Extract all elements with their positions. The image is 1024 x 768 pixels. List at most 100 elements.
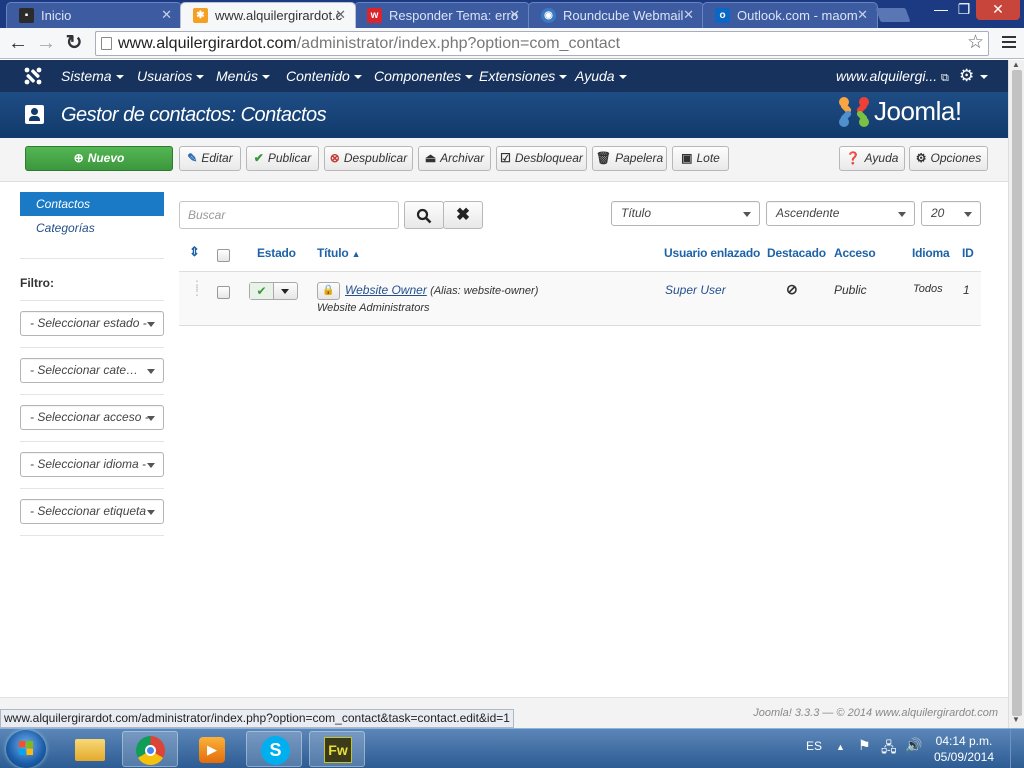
chevron-down-icon <box>743 212 751 217</box>
show-hidden-icons[interactable]: ▲ <box>836 742 845 752</box>
chevron-down-icon <box>147 322 155 327</box>
menu-extensiones[interactable]: Extensiones <box>479 60 568 92</box>
column-header-id[interactable]: ID <box>962 246 974 260</box>
browser-tab-roundcube[interactable]: ◉ Roundcube Webmail ✕ <box>528 2 704 28</box>
sort-direction-select[interactable]: Ascendente <box>766 201 915 226</box>
joomla-logo-text: Joomla! <box>874 96 962 126</box>
scrollbar-thumb[interactable] <box>1012 70 1022 716</box>
volume-icon[interactable]: 🔊 <box>905 737 922 754</box>
taskbar-explorer[interactable] <box>62 731 118 767</box>
bookmark-star-icon[interactable]: ☆ <box>967 32 984 54</box>
new-button[interactable]: ⊕ Nuevo <box>25 146 173 171</box>
menu-sistema[interactable]: Sistema <box>61 60 124 92</box>
forward-arrow-icon[interactable]: → <box>34 32 58 54</box>
network-icon[interactable]: 🖧 <box>881 737 897 761</box>
lock-icon[interactable]: 🔒 <box>317 282 340 300</box>
joomla-menu-icon[interactable] <box>24 67 42 85</box>
close-icon[interactable]: ✕ <box>335 7 346 23</box>
minimize-icon[interactable]: — <box>930 0 952 20</box>
list-limit-select[interactable]: 20 <box>921 201 981 226</box>
column-header-linked-user[interactable]: Usuario enlazado <box>664 246 760 260</box>
clear-search-button[interactable]: ✖ <box>443 201 483 229</box>
select-all-checkbox[interactable] <box>217 249 230 262</box>
options-button[interactable]: ⚙ Opciones <box>909 146 988 171</box>
menu-componentes[interactable]: Componentes <box>374 60 474 92</box>
back-arrow-icon[interactable]: ← <box>6 32 30 54</box>
scrollbar[interactable]: ▲ ▼ <box>1008 60 1024 728</box>
taskbar-media-player[interactable]: ▶ <box>184 731 240 767</box>
browser-tab-alquilergirardot[interactable]: ✱ www.alquilergirardot.c ✕ <box>180 2 356 28</box>
edit-icon: ✎ <box>187 151 198 165</box>
status-toggle[interactable]: ✔ <box>249 282 298 300</box>
close-icon[interactable]: ✕ <box>857 7 868 23</box>
filter-tag-select[interactable]: - Seleccionar etiqueta - <box>20 499 164 524</box>
browser-tab-responder-tema[interactable]: w Responder Tema: erro ✕ <box>354 2 530 28</box>
new-tab-button[interactable] <box>875 8 911 22</box>
browser-menu-icon[interactable] <box>1002 36 1016 50</box>
row-checkbox[interactable] <box>217 286 230 299</box>
address-bar[interactable]: www.alquilergirardot.com/administrator/i… <box>95 31 989 56</box>
column-header-title[interactable]: Título ▲ <box>317 246 361 260</box>
language-value: Todos <box>913 283 943 295</box>
menu-menus[interactable]: Menús <box>216 60 271 92</box>
x-circle-icon: ⊗ <box>329 151 340 165</box>
taskbar-chrome[interactable] <box>122 731 178 767</box>
search-input[interactable]: Buscar <box>179 201 399 229</box>
skype-icon: S <box>261 736 290 765</box>
filter-language-select[interactable]: - Seleccionar idioma - <box>20 452 164 477</box>
column-header-status[interactable]: Estado <box>257 246 296 260</box>
search-button[interactable] <box>404 201 444 229</box>
browser-tab-outlook[interactable]: o Outlook.com - maom ✕ <box>702 2 878 28</box>
linked-user-link[interactable]: Super User <box>665 283 726 297</box>
close-icon[interactable]: ✕ <box>509 7 520 23</box>
gear-icon[interactable]: ⚙ <box>959 60 989 92</box>
site-link[interactable]: www.alquilergi... ⧉ <box>836 60 949 92</box>
sort-field-select[interactable]: Título <box>611 201 760 226</box>
unfeatured-icon[interactable]: ⊘ <box>786 281 798 298</box>
filter-category-select[interactable]: - Seleccionar categoría - <box>20 358 164 383</box>
unpublish-button[interactable]: ⊗ Despublicar <box>324 146 413 171</box>
edit-button[interactable]: ✎ Editar <box>179 146 241 171</box>
tab-label: www.alquilergirardot.c <box>215 8 343 23</box>
contact-title-link[interactable]: Website Owner <box>345 283 427 297</box>
joomla-icon: ▪ <box>19 8 34 23</box>
column-header-language[interactable]: Idioma <box>912 246 950 260</box>
show-desktop-button[interactable] <box>1010 729 1024 768</box>
checkin-button[interactable]: ☑ Desbloquear <box>496 146 587 171</box>
restore-icon[interactable]: ❐ <box>953 0 975 20</box>
publish-button[interactable]: ✔ Publicar <box>246 146 319 171</box>
batch-icon: ▣ <box>681 151 693 165</box>
archive-button[interactable]: ⏏ Archivar <box>418 146 491 171</box>
ordering-sort-icon[interactable]: ⇕ <box>189 244 200 260</box>
browser-tab-inicio[interactable]: ▪ Inicio ✕ <box>6 2 182 28</box>
admin-navbar: Sistema Usuarios Menús Contenido Compone… <box>0 60 1008 92</box>
sidebar-item-categorias[interactable]: Categorías <box>20 216 164 240</box>
joomla-icon: ✱ <box>193 8 208 23</box>
start-button[interactable] <box>6 730 46 768</box>
url-host: www.alquilergirardot.com <box>118 35 297 52</box>
menu-contenido[interactable]: Contenido <box>286 60 362 92</box>
taskbar-fireworks[interactable]: Fw <box>309 731 365 767</box>
menu-ayuda[interactable]: Ayuda <box>575 60 627 92</box>
system-clock[interactable]: 04:14 p.m. 05/09/2014 <box>930 733 998 765</box>
language-indicator[interactable]: ES <box>806 739 822 753</box>
plus-circle-icon: ⊕ <box>73 151 84 165</box>
close-window-icon[interactable]: ✕ <box>976 0 1020 20</box>
batch-button[interactable]: ▣ Lote <box>672 146 729 171</box>
sidebar-item-contactos[interactable]: Contactos <box>20 192 164 216</box>
question-icon: ❓ <box>845 151 861 165</box>
help-button[interactable]: ❓ Ayuda <box>839 146 905 171</box>
trash-button[interactable]: 🗑 Papelera <box>592 146 667 171</box>
reload-icon[interactable]: ↻ <box>62 32 86 54</box>
column-header-access[interactable]: Acceso <box>834 246 876 260</box>
taskbar-skype[interactable]: S <box>246 731 302 767</box>
published-check-icon: ✔ <box>250 283 274 299</box>
close-icon[interactable]: ✕ <box>683 7 694 23</box>
filter-state-select[interactable]: - Seleccionar estado - <box>20 311 164 336</box>
action-center-flag-icon[interactable]: ⚑ <box>858 737 871 754</box>
close-icon[interactable]: ✕ <box>161 7 172 23</box>
drag-handle-icon[interactable]: ⋮ ⋮ <box>191 279 203 297</box>
column-header-featured[interactable]: Destacado <box>767 246 826 260</box>
menu-usuarios[interactable]: Usuarios <box>137 60 205 92</box>
filter-access-select[interactable]: - Seleccionar acceso - <box>20 405 164 430</box>
